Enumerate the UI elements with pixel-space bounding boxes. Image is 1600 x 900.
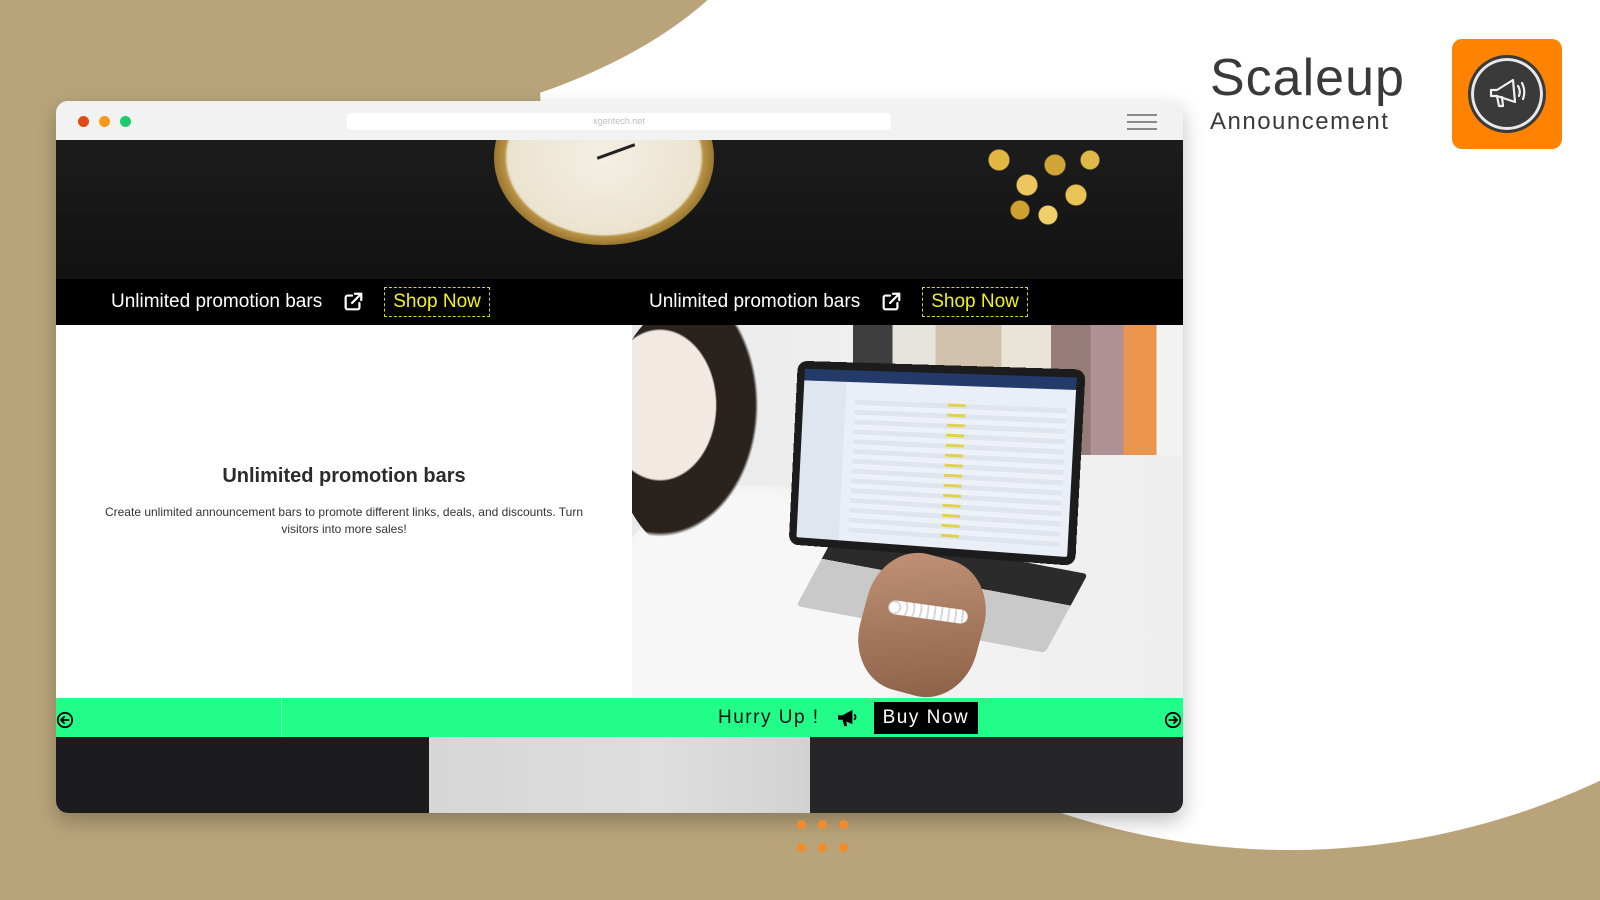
feature-title: Unlimited promotion bars xyxy=(222,465,466,487)
hamburger-menu-icon[interactable] xyxy=(1127,114,1157,130)
laptop-dashboard xyxy=(796,368,1077,558)
feature-image xyxy=(632,325,1183,698)
brand-subtitle: Announcement xyxy=(1210,108,1390,135)
promo-text: Unlimited promotion bars xyxy=(111,291,323,312)
dashboard-sidebar xyxy=(796,380,847,541)
decorative-dots xyxy=(797,820,857,860)
promotion-bar: Unlimited promotion bars Shop Now Unlimi… xyxy=(56,279,1183,325)
promo-item: Unlimited promotion bars Shop Now xyxy=(111,279,490,325)
hurry-text: Hurry Up ! xyxy=(718,706,820,728)
buy-now-button[interactable]: Buy Now xyxy=(873,701,979,734)
hurry-announcement-bar: Hurry Up ! Buy Now xyxy=(56,698,1183,737)
address-bar[interactable]: xgentech.net xyxy=(347,113,891,130)
window-close-button[interactable] xyxy=(78,116,89,127)
feature-text-panel: Unlimited promotion bars Create unlimite… xyxy=(56,325,632,698)
dashboard-orders-table xyxy=(848,399,1067,549)
feature-description: Create unlimited announcement bars to pr… xyxy=(104,505,584,536)
brand-title: Scaleup xyxy=(1210,49,1405,107)
brand-logo xyxy=(1452,39,1562,149)
external-link-icon[interactable] xyxy=(880,291,902,313)
arrow-left-circle-icon[interactable] xyxy=(56,711,74,729)
external-link-icon[interactable] xyxy=(342,291,364,313)
image-panel-light xyxy=(429,737,810,813)
brand-block: Scaleup Announcement xyxy=(1210,48,1405,136)
image-panel-dark xyxy=(56,737,429,813)
hurry-content: Hurry Up ! Buy Now xyxy=(718,698,979,737)
laptop-screen xyxy=(788,360,1086,566)
browser-toolbar: xgentech.net xyxy=(56,101,1183,141)
shop-now-button[interactable]: Shop Now xyxy=(384,287,490,317)
promo-text: Unlimited promotion bars xyxy=(649,291,861,312)
shop-now-button[interactable]: Shop Now xyxy=(922,287,1028,317)
megaphone-icon xyxy=(1489,78,1526,108)
hero-image xyxy=(56,140,1183,279)
window-minimize-button[interactable] xyxy=(99,116,110,127)
logo-circle xyxy=(1468,55,1546,133)
browser-window: xgentech.net Unlimited promotion bars Sh… xyxy=(56,101,1183,813)
image-panel-dark xyxy=(810,737,1183,813)
window-maximize-button[interactable] xyxy=(120,116,131,127)
megaphone-icon xyxy=(837,709,857,726)
arrow-right-circle-icon[interactable] xyxy=(1164,711,1182,729)
promo-item: Unlimited promotion bars Shop Now xyxy=(649,279,1028,325)
gold-chain-image xyxy=(971,140,1111,230)
bottom-image-strip xyxy=(56,737,1183,813)
bar-divider xyxy=(281,698,282,737)
